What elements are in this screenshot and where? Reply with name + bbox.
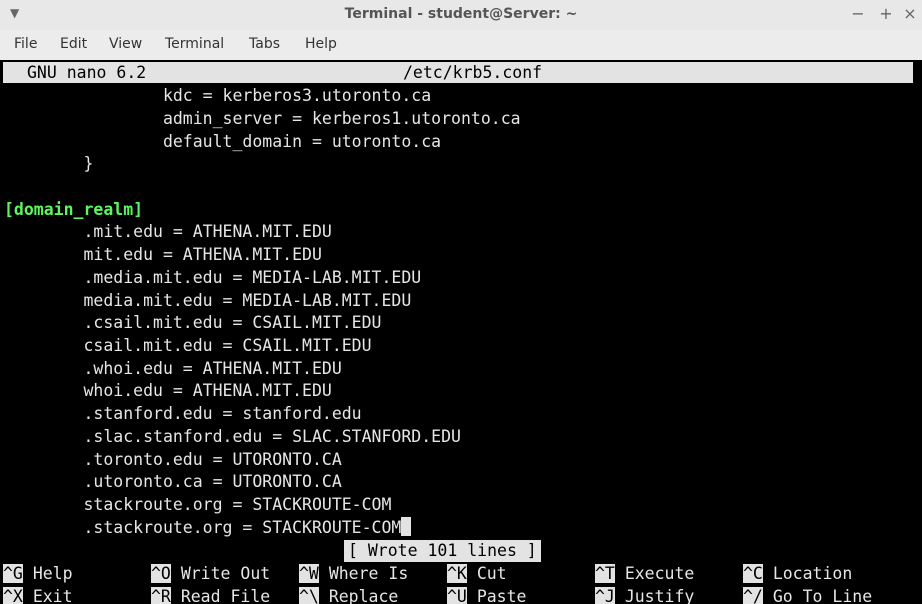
editor-line: .whoi.edu = ATHENA.MIT.EDU bbox=[4, 359, 342, 378]
editor-line: .stanford.edu = stanford.edu bbox=[4, 404, 362, 423]
menu-edit[interactable]: Edit bbox=[60, 36, 87, 52]
shortcut-help[interactable]: ^G Help bbox=[3, 563, 73, 585]
menu-file[interactable]: File bbox=[14, 36, 37, 52]
shortcut-key: ^C bbox=[743, 564, 763, 583]
shortcut-label: Help bbox=[32, 564, 73, 583]
editor-line-text: .stackroute.org = STACKROUTE-COM bbox=[4, 518, 402, 537]
shortcut-write-out[interactable]: ^O Write Out bbox=[151, 563, 270, 585]
status-message: [ Wrote 101 lines ] bbox=[344, 540, 541, 562]
editor-line: admin_server = kerberos1.utoronto.ca bbox=[4, 109, 521, 128]
shortcut-cut[interactable]: ^K Cut bbox=[447, 563, 507, 585]
shortcut-read-file[interactable]: ^R Read File bbox=[151, 586, 270, 604]
editor-line: stackroute.org = STACKROUTE-COM bbox=[4, 495, 392, 514]
shortcut-key: ^O bbox=[151, 564, 171, 583]
shortcut-label: Exit bbox=[32, 587, 73, 604]
editor-line: csail.mit.edu = CSAIL.MIT.EDU bbox=[4, 336, 372, 355]
shortcut-location[interactable]: ^C Location bbox=[743, 563, 852, 585]
shortcut-go-to-line[interactable]: ^/ Go To Line bbox=[743, 586, 872, 604]
editor-line: .mit.edu = ATHENA.MIT.EDU bbox=[4, 222, 332, 241]
window-titlebar: ▼ Terminal - student@Server: ~ − + × bbox=[0, 0, 922, 31]
shortcut-key: ^\ bbox=[299, 587, 319, 604]
shortcut-key: ^U bbox=[447, 587, 467, 604]
menu-terminal[interactable]: Terminal bbox=[165, 36, 224, 52]
menu-tabs[interactable]: Tabs bbox=[249, 36, 280, 52]
shortcut-label: Paste bbox=[476, 587, 527, 604]
menu-view[interactable]: View bbox=[109, 36, 142, 52]
shortcut-execute[interactable]: ^T Execute bbox=[595, 563, 694, 585]
shortcut-label: Execute bbox=[624, 564, 695, 583]
editor-line: kdc = kerberos3.utoronto.ca bbox=[4, 86, 432, 105]
text-cursor bbox=[401, 517, 412, 536]
nano-version: GNU nano 6.2 bbox=[27, 63, 147, 82]
shortcut-label: Go To Line bbox=[772, 587, 873, 604]
shortcut-exit[interactable]: ^X Exit bbox=[3, 586, 73, 604]
shortcut-key: ^W bbox=[299, 564, 319, 583]
editor-line: .csail.mit.edu = CSAIL.MIT.EDU bbox=[4, 313, 382, 332]
editor-section-header: [domain_realm] bbox=[4, 200, 144, 219]
shortcut-key: ^X bbox=[3, 587, 23, 604]
shortcut-key: ^R bbox=[151, 587, 171, 604]
terminal-area[interactable]: GNU nano 6.2 /etc/krb5.conf kdc = kerber… bbox=[0, 60, 922, 604]
editor-line: mit.edu = ATHENA.MIT.EDU bbox=[4, 245, 322, 264]
window-title: Terminal - student@Server: ~ bbox=[344, 6, 578, 22]
editor-line: .utoronto.ca = UTORONTO.CA bbox=[4, 472, 342, 491]
shortcut-key: ^K bbox=[447, 564, 467, 583]
editor-line: whoi.edu = ATHENA.MIT.EDU bbox=[4, 381, 332, 400]
nano-header: GNU nano 6.2 /etc/krb5.conf bbox=[3, 62, 913, 83]
shortcut-label: Location bbox=[772, 564, 853, 583]
maximize-icon[interactable]: + bbox=[876, 4, 896, 23]
shortcut-label: Justify bbox=[624, 587, 695, 604]
editor-line: .toronto.edu = UTORONTO.CA bbox=[4, 450, 342, 469]
shortcut-key: ^G bbox=[3, 564, 23, 583]
shortcut-label: Cut bbox=[476, 564, 507, 583]
editor-line: media.mit.edu = MEDIA-LAB.MIT.EDU bbox=[4, 291, 412, 310]
editor-line: .slac.stanford.edu = SLAC.STANFORD.EDU bbox=[4, 427, 461, 446]
editor-line: default_domain = utoronto.ca bbox=[4, 132, 442, 151]
editor-line-current: .stackroute.org = STACKROUTE-COM bbox=[4, 517, 412, 539]
shortcut-label: Where Is bbox=[328, 564, 409, 583]
shortcut-label: Write Out bbox=[180, 564, 271, 583]
menu-bar: File Edit View Terminal Tabs Help bbox=[0, 30, 922, 61]
shortcut-label: Read File bbox=[180, 587, 271, 604]
nano-filename: /etc/krb5.conf bbox=[403, 63, 543, 82]
shortcut-key: ^/ bbox=[743, 587, 763, 604]
close-icon[interactable]: × bbox=[900, 4, 920, 23]
editor-line: } bbox=[4, 154, 94, 173]
shortcut-key: ^J bbox=[595, 587, 615, 604]
shortcut-where-is[interactable]: ^W Where Is bbox=[299, 563, 408, 585]
menu-help[interactable]: Help bbox=[305, 36, 337, 52]
shortcut-replace[interactable]: ^\ Replace bbox=[299, 586, 398, 604]
shortcut-paste[interactable]: ^U Paste bbox=[447, 586, 526, 604]
shortcut-label: Replace bbox=[328, 587, 399, 604]
minimize-icon[interactable]: − bbox=[848, 4, 868, 23]
shortcut-key: ^T bbox=[595, 564, 615, 583]
editor-line: .media.mit.edu = MEDIA-LAB.MIT.EDU bbox=[4, 268, 422, 287]
shortcut-justify[interactable]: ^J Justify bbox=[595, 586, 694, 604]
